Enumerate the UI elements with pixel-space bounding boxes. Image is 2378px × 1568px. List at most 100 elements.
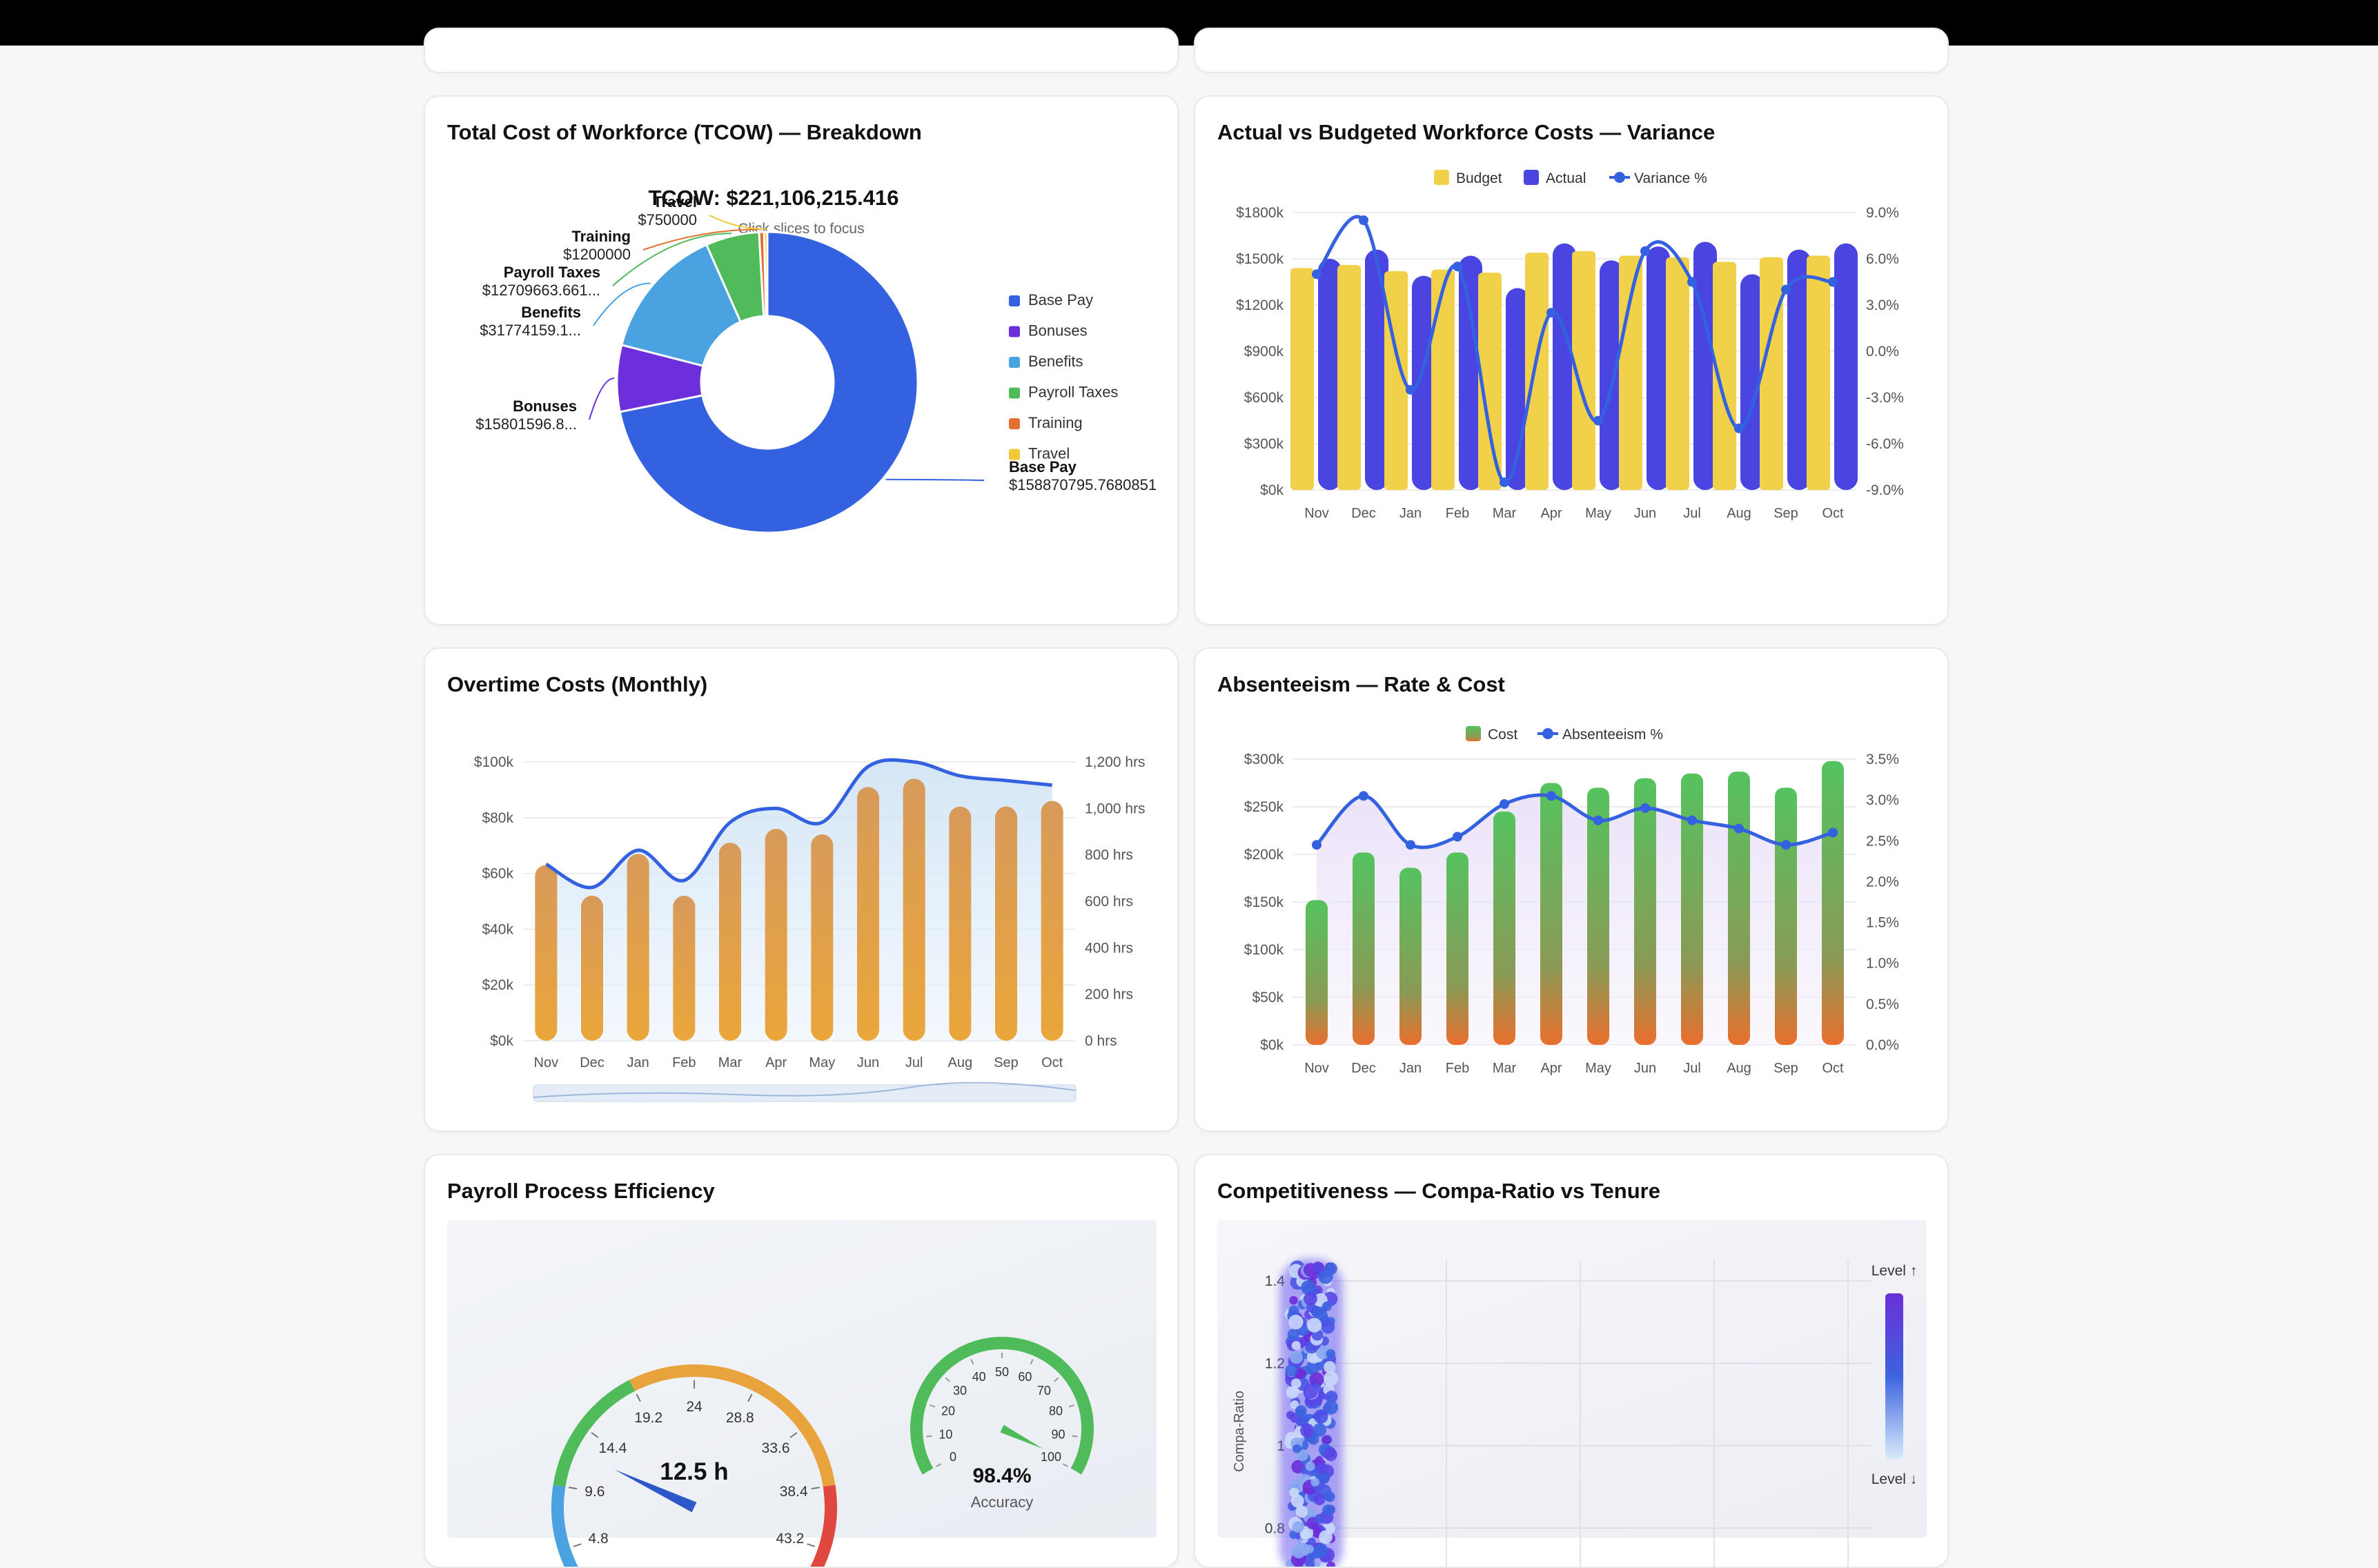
overtime-cost-bar[interactable] [535,865,558,1041]
accuracy-label: Accuracy [971,1493,1033,1511]
x-tick: Aug [948,1055,973,1070]
gauge-tick-label: 28.8 [726,1410,754,1426]
absenteeism-cost-bar[interactable] [1493,811,1515,1045]
tcow-legend-item[interactable]: Payroll Taxes [1028,384,1118,401]
absenteeism-cost-bar[interactable] [1681,773,1703,1045]
gauge-tick [573,1543,582,1547]
y-tick-right: 3.5% [1866,752,1899,767]
accuracy-gauge-needle [1000,1424,1043,1449]
y-tick-left: $1800k [1236,205,1284,221]
scatter-point [1288,1314,1304,1330]
tcow-legend-item[interactable]: Training [1028,414,1083,431]
absenteeism-cost-bar[interactable] [1728,771,1750,1045]
absenteeism-cost-bar[interactable] [1353,852,1375,1045]
absenteeism-cost-bar[interactable] [1399,868,1422,1045]
gauge-tick [945,1377,950,1382]
y-tick-right: -9.0% [1866,482,1904,498]
variance-chart[interactable]: Budget Actual Variance % $0k $300k $600k $900… [1195,97,1949,625]
absenteeism-point [1453,832,1462,842]
overtime-cost-bar[interactable] [581,895,603,1041]
absenteeism-cost-bar[interactable] [1306,900,1328,1045]
absenteeism-point [1828,827,1838,838]
x-tick: Sep [1773,1061,1798,1076]
budget-bar[interactable] [1525,253,1549,490]
y-tick-right: 6.0% [1866,251,1899,267]
absenteeism-cost-bar[interactable] [1775,787,1797,1045]
x-tick: Nov [1304,506,1329,521]
gauge-tick [789,1432,798,1438]
gauge-tick-label: 20 [941,1404,955,1418]
variance-legend-item[interactable]: Variance % [1634,170,1707,186]
variance-point [1734,423,1744,433]
overtime-cost-bar[interactable] [1041,801,1063,1041]
y-tick-right: -6.0% [1866,436,1904,452]
overtime-cost-bar[interactable] [903,778,925,1041]
absenteeism-cost-bar[interactable] [1822,761,1844,1045]
variance-legend-item[interactable]: Budget [1456,170,1502,186]
overtime-cost-bar[interactable] [995,806,1017,1041]
x-tick: Mar [1493,1061,1517,1076]
overtime-cost-bar[interactable] [765,828,787,1041]
overtime-cost-bar[interactable] [673,895,696,1041]
window-top-bar [0,0,2378,46]
x-tick: Apr [1540,506,1562,521]
budget-bar[interactable] [1290,268,1314,490]
x-tick: Oct [1041,1055,1063,1070]
overtime-chart[interactable]: $0k $20k $40k $60k $80k $100k 0 hrs 200 hrs 400 … [425,649,1179,1132]
y-tick-left: $200k [1244,847,1284,863]
budget-bar[interactable] [1431,269,1455,490]
absenteeism-legend-item[interactable]: Cost [1488,727,1517,743]
overtime-cost-bar[interactable] [627,854,649,1041]
budget-bar[interactable] [1760,257,1783,490]
tcow-legend-swatch [1009,418,1020,429]
y-tick-left: $100k [474,754,514,770]
y-tick-left: $900k [1244,344,1284,360]
tcow-legend-item[interactable]: Benefits [1028,353,1083,370]
scatter-point [1291,1341,1301,1351]
overtime-cost-bar[interactable] [811,834,834,1041]
variance-legend-item[interactable]: Actual [1546,170,1586,186]
absenteeism-chart[interactable]: Cost Absenteeism % $0k $50k $100k $150k $200k… [1195,649,1949,1132]
gauge-tick [807,1543,816,1547]
absenteeism-cost-bar[interactable] [1587,787,1609,1045]
absenteeism-cost-bar[interactable] [1634,778,1656,1045]
tcow-legend-item[interactable]: Bonuses [1028,322,1088,340]
absenteeism-cost-bar[interactable] [1540,783,1562,1046]
variance-point [1593,415,1603,426]
tcow-slice-value: $31774159.1... [480,322,581,339]
variance-point [1312,269,1321,280]
tcow-slice-value: $1200000 [563,246,631,263]
y-tick-right: 1.0% [1866,956,1899,972]
absenteeism-point [1500,799,1509,810]
x-tick: Nov [1304,1061,1329,1076]
scatter-point [1305,1461,1315,1471]
budget-bar[interactable] [1666,257,1689,490]
scatter-point [1313,1423,1327,1437]
gauge-tick-label: 43.2 [776,1531,804,1547]
tcow-legend-item[interactable]: Travel [1028,445,1070,462]
actual-bar[interactable] [1834,243,1858,490]
y-tick-left: $40k [482,921,513,937]
y-tick-left: $0k [1260,1037,1284,1053]
scatter-point [1313,1262,1324,1274]
tcow-donut-chart[interactable]: TCOW: $221,106,215.416 Click slices to f… [425,97,1179,625]
gauge-tick-label: 24 [686,1399,702,1415]
overtime-cost-bar[interactable] [949,806,972,1041]
legend-swatch [1524,170,1539,185]
x-tick: Jan [1399,506,1422,521]
scatter-point [1292,1545,1306,1559]
overtime-cost-bar[interactable] [857,787,879,1041]
payroll-gauges: 04.89.614.419.22428.833.638.443.24812.5 … [551,1337,1094,1567]
visual-map-bar[interactable] [1885,1293,1903,1459]
x-tick: Jan [627,1055,649,1070]
competitiveness-scatter[interactable]: 0.811.21.4 Compa-Ratio Level ↑ Level ↓ [1195,1155,1949,1568]
overtime-cost-bar[interactable] [719,843,741,1041]
x-tick: Jun [1634,506,1656,521]
absenteeism-cost-bar[interactable] [1446,852,1468,1045]
budget-bar[interactable] [1337,264,1361,490]
absenteeism-legend-item[interactable]: Absenteeism % [1562,727,1663,743]
gauge-tick-label: 50 [995,1365,1009,1379]
y-tick-left: $600k [1244,390,1284,406]
tcow-legend-item[interactable]: Base Pay [1028,291,1093,308]
budget-bar[interactable] [1807,255,1830,490]
